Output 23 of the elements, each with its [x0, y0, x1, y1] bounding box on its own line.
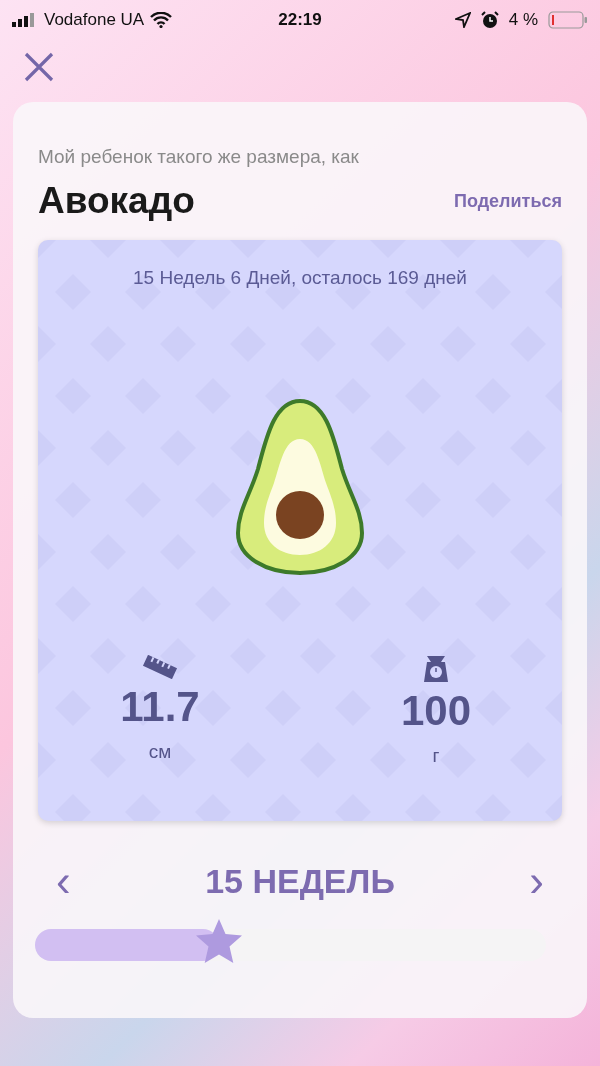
stat-value: 11.7: [120, 683, 200, 731]
carrier-name: Vodafone UA: [44, 10, 145, 30]
fruit-title: Авокадо: [38, 180, 195, 222]
week-label: 15 НЕДЕЛЬ: [205, 861, 395, 901]
subtitle: Мой ребенок такого же размера, как: [38, 146, 360, 168]
scale-icon: [424, 655, 448, 683]
battery-icon: [548, 11, 588, 29]
share-link[interactable]: Поделиться: [453, 190, 562, 212]
battery-percent: 4 %: [508, 10, 538, 30]
stat-value: 100: [400, 687, 472, 735]
previous-button[interactable]: ‹: [48, 859, 79, 903]
progress-text: 15 Недель 6 Дней, осталось 169 дней: [133, 267, 467, 289]
week-slider[interactable]: [35, 918, 546, 964]
close-button[interactable]: [24, 52, 54, 82]
wifi-icon: [150, 12, 173, 28]
alarm-icon: [480, 11, 499, 29]
next-button[interactable]: ›: [521, 859, 552, 903]
ruler-icon: [142, 655, 178, 679]
star-thumb[interactable]: [194, 918, 243, 964]
clock-time: 22:19: [278, 10, 322, 30]
stat-unit: г: [432, 745, 440, 767]
location-icon: [454, 12, 471, 28]
stat-unit: см: [148, 741, 172, 763]
